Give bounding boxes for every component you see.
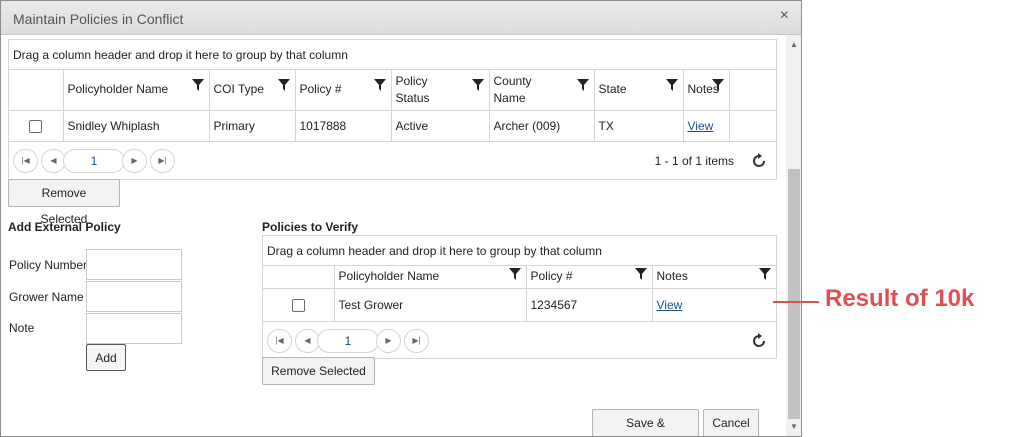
remove-selected-conflict-button[interactable]: Remove Selected: [8, 179, 120, 226]
row-select-cell: [9, 110, 63, 142]
filter-icon[interactable]: [277, 78, 290, 91]
table-row: Snidley Whiplash Primary 1017888 Active …: [9, 110, 776, 142]
notes-view-link[interactable]: View: [657, 298, 683, 312]
verify-grid-pager: |◀ ◀ 1 ▶ ▶|: [263, 322, 776, 360]
column-header-notes[interactable]: Notes: [682, 70, 730, 111]
dialog-titlebar: Maintain Policies in Conflict ×: [1, 1, 801, 35]
select-column-header: [263, 266, 334, 289]
column-header-label: State: [598, 82, 627, 97]
conflict-policies-grid: Drag a column header and drop it here to…: [8, 39, 777, 180]
cell-county-name: Archer (009): [488, 110, 594, 142]
dialog-scrollbar[interactable]: ▲ ▼: [786, 35, 801, 436]
column-header-label: Notes: [656, 269, 688, 284]
cell-state: TX: [593, 110, 683, 142]
add-external-policy-title: Add External Policy: [8, 220, 121, 234]
column-header-coi-type[interactable]: COI Type: [208, 70, 295, 111]
verify-grid-header: Policyholder Name Policy # Notes: [263, 266, 776, 289]
last-page-icon[interactable]: ▶|: [404, 328, 429, 353]
column-header-label: County Name: [493, 73, 532, 105]
note-label: Note: [9, 321, 35, 335]
next-page-icon[interactable]: ▶: [376, 328, 401, 353]
page-number[interactable]: 1: [317, 328, 379, 353]
cell-policyholder-name: Test Grower: [333, 288, 526, 322]
scroll-up-icon[interactable]: ▲: [786, 37, 801, 53]
conflict-grid-header: Policyholder Name COI Type Policy # Poli…: [9, 70, 776, 111]
column-header-policy-number[interactable]: Policy #: [525, 266, 652, 289]
column-header-notes[interactable]: Notes: [651, 266, 776, 289]
group-by-drop-zone[interactable]: Drag a column header and drop it here to…: [9, 40, 776, 70]
column-header-policyholder-name[interactable]: Policyholder Name: [62, 70, 209, 111]
column-header-label: Policyholder Name: [338, 269, 440, 284]
close-icon[interactable]: ×: [780, 7, 789, 25]
refresh-icon[interactable]: [750, 152, 768, 170]
row-checkbox[interactable]: [29, 119, 43, 133]
policy-number-input[interactable]: [86, 249, 182, 280]
annotation-text: Result of 10k: [825, 285, 975, 312]
refresh-icon[interactable]: [750, 332, 768, 350]
filter-icon[interactable]: [373, 78, 386, 91]
verify-grid-table: Policyholder Name Policy # Notes Test Gr…: [263, 266, 776, 322]
column-header-label: COI Type: [213, 82, 264, 97]
grower-name-label: Grower Name: [9, 290, 84, 304]
cancel-button[interactable]: Cancel: [703, 409, 759, 436]
cell-spacer: [729, 110, 776, 142]
first-page-icon[interactable]: |◀: [267, 328, 292, 353]
cell-policy-number: 1234567: [525, 288, 652, 322]
table-row: Test Grower 1234567 View: [263, 288, 776, 322]
select-column-header: [9, 70, 63, 111]
cell-policyholder-name: Snidley Whiplash: [62, 110, 209, 142]
filter-icon[interactable]: [508, 267, 521, 280]
filter-icon[interactable]: [471, 78, 484, 91]
grower-name-input[interactable]: [86, 281, 182, 312]
filter-icon[interactable]: [576, 78, 589, 91]
filter-icon[interactable]: [191, 78, 204, 91]
dialog-title: Maintain Policies in Conflict: [13, 11, 184, 27]
maintain-policies-dialog: Maintain Policies in Conflict × Drag a c…: [0, 0, 802, 437]
column-header-spacer: [729, 70, 776, 111]
pager-info: 1 - 1 of 1 items: [654, 153, 734, 168]
cell-notes: View: [682, 110, 730, 142]
column-header-label: Policy #: [530, 269, 573, 284]
column-header-county-name[interactable]: County Name: [488, 70, 594, 111]
annotation-line: [773, 301, 819, 303]
policies-to-verify-title: Policies to Verify: [262, 220, 359, 234]
note-input[interactable]: [86, 313, 182, 344]
scrollbar-thumb[interactable]: [788, 169, 800, 419]
row-checkbox[interactable]: [291, 298, 305, 312]
remove-selected-verify-button[interactable]: Remove Selected: [262, 357, 375, 385]
page-number[interactable]: 1: [63, 148, 125, 173]
group-by-drop-zone[interactable]: Drag a column header and drop it here to…: [263, 236, 776, 266]
filter-icon[interactable]: [759, 267, 771, 280]
row-select-cell: [263, 288, 334, 322]
column-header-label: Policy Status: [395, 73, 430, 105]
next-page-icon[interactable]: ▶: [122, 148, 147, 173]
cell-notes: View: [651, 288, 776, 322]
cell-policy-number: 1017888: [294, 110, 391, 142]
column-header-label: Policyholder Name: [67, 82, 169, 97]
conflict-grid-table: Policyholder Name COI Type Policy # Poli…: [9, 70, 776, 142]
column-header-label: Policy #: [299, 82, 342, 97]
column-header-policy-number[interactable]: Policy #: [294, 70, 391, 111]
filter-icon[interactable]: [634, 267, 647, 280]
filter-icon[interactable]: [712, 78, 724, 91]
column-header-policyholder-name[interactable]: Policyholder Name: [333, 266, 526, 289]
cell-policy-status: Active: [390, 110, 489, 142]
save-and-continue-button[interactable]: Save & Continue: [592, 409, 699, 436]
cell-coi-type: Primary: [208, 110, 295, 142]
conflict-grid-pager: |◀ ◀ 1 ▶ ▶| 1 - 1 of 1 items: [9, 142, 776, 180]
add-external-policy-button[interactable]: Add: [86, 344, 126, 371]
last-page-icon[interactable]: ▶|: [150, 148, 175, 173]
notes-view-link[interactable]: View: [688, 119, 714, 133]
policies-to-verify-grid: Drag a column header and drop it here to…: [262, 235, 777, 359]
filter-icon[interactable]: [665, 78, 678, 91]
first-page-icon[interactable]: |◀: [13, 148, 38, 173]
dialog-content: Drag a column header and drop it here to…: [1, 35, 785, 436]
policy-number-label: Policy Number: [9, 258, 88, 272]
column-header-state[interactable]: State: [593, 70, 683, 111]
scroll-down-icon[interactable]: ▼: [786, 419, 801, 435]
column-header-policy-status[interactable]: Policy Status: [390, 70, 489, 111]
